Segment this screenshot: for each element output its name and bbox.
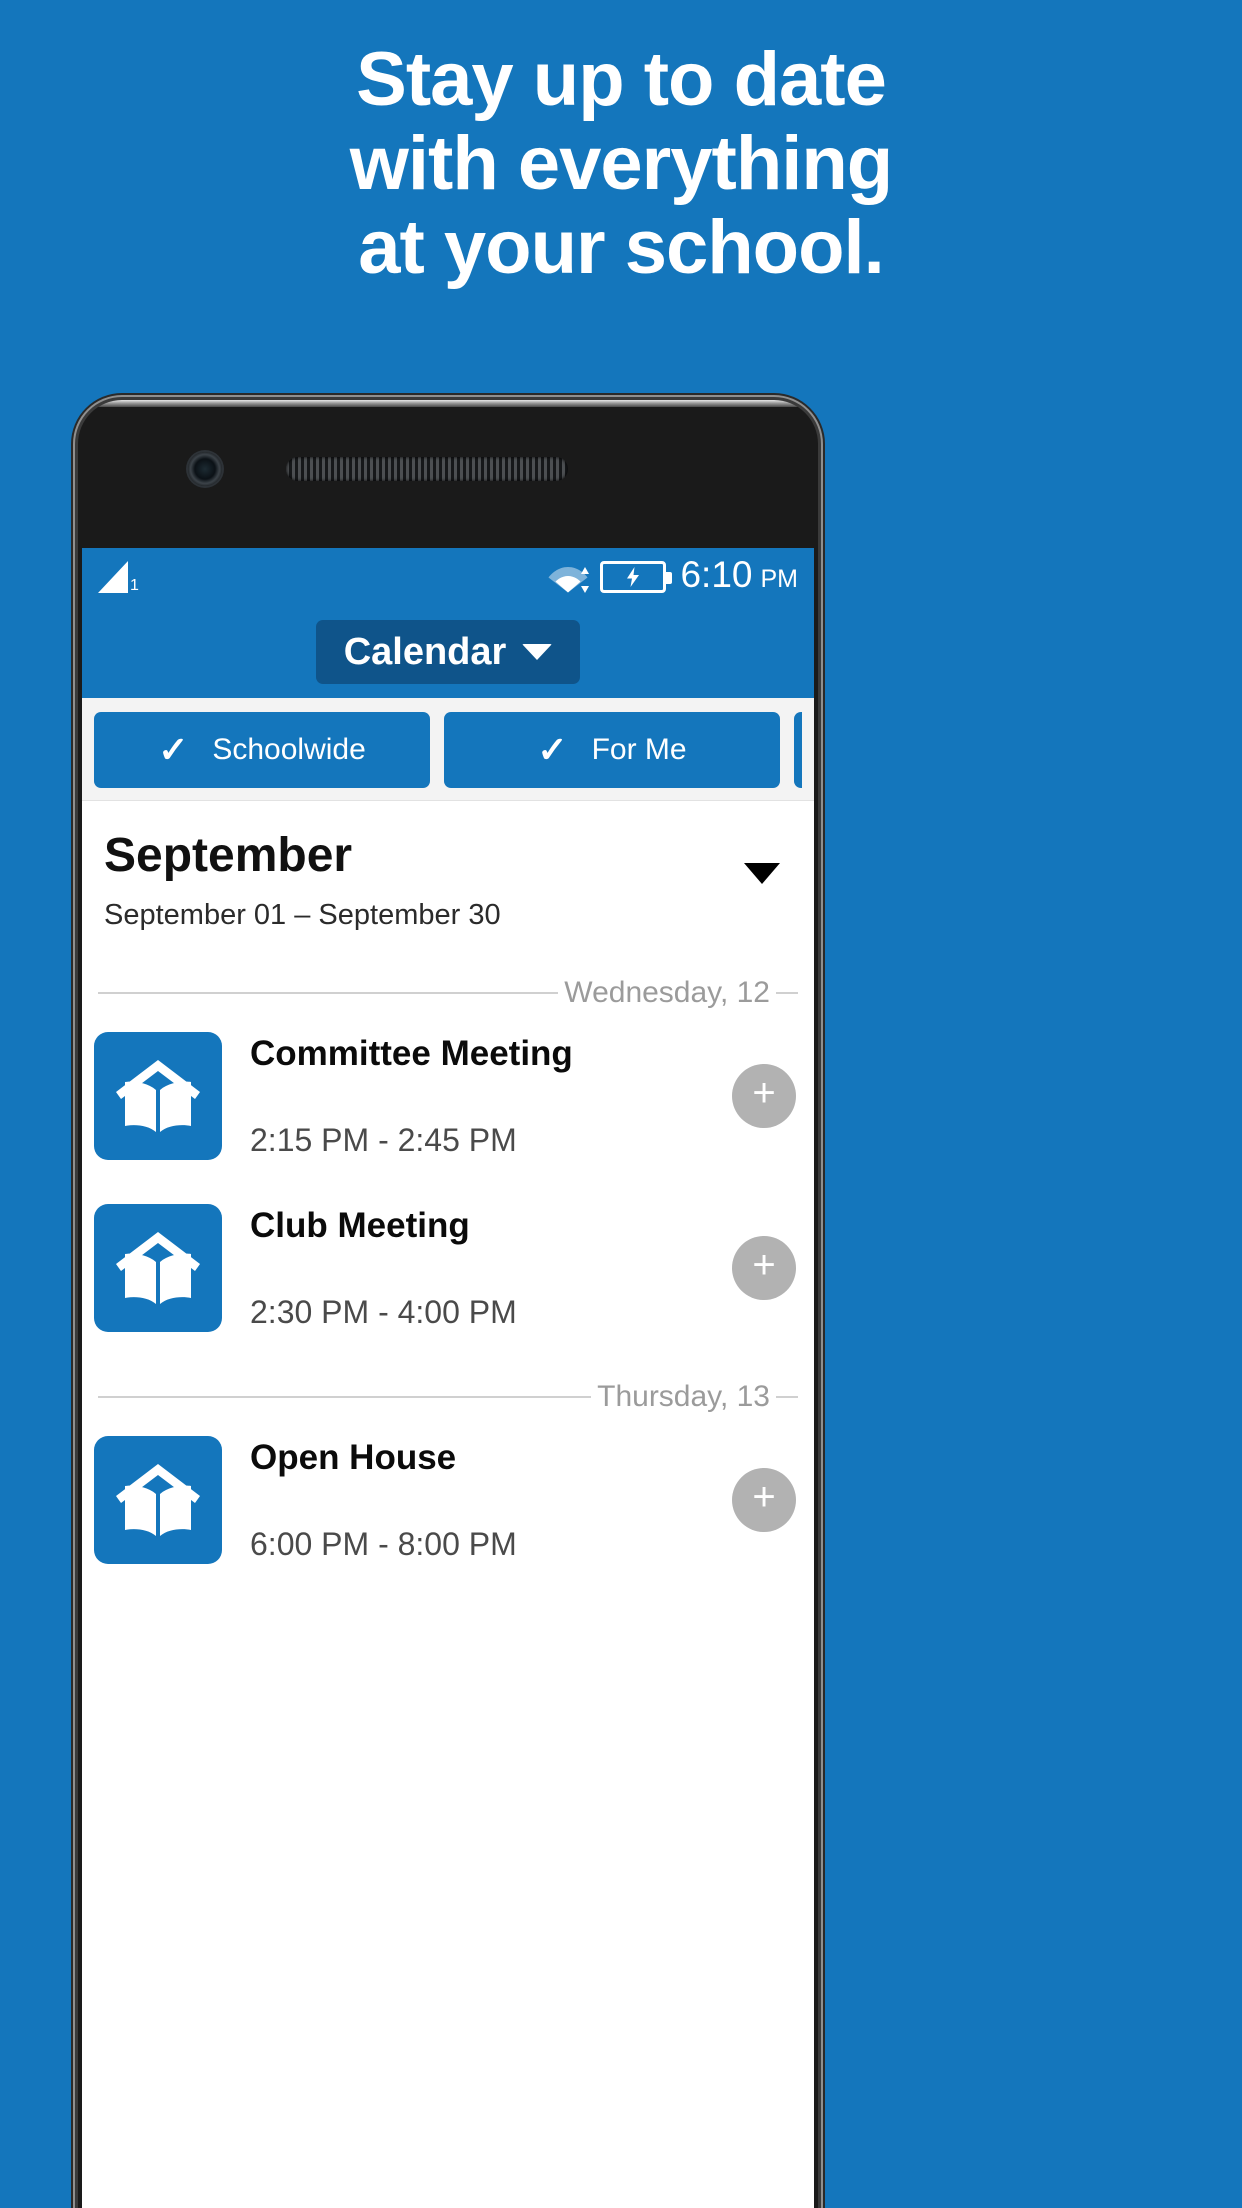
event-row[interactable]: Club Meeting 2:30 PM - 4:00 PM + (82, 1182, 814, 1354)
day-divider: Thursday, 13 (82, 1354, 814, 1414)
battery-charging-icon (600, 561, 673, 593)
event-body: Committee Meeting 2:15 PM - 2:45 PM (240, 1034, 714, 1159)
calendar-section-selector[interactable]: Calendar (315, 620, 581, 684)
event-time: 2:30 PM - 4:00 PM (250, 1293, 517, 1330)
event-title: Committee Meeting (250, 1033, 573, 1073)
month-title: September (104, 829, 353, 882)
event-body: Open House 6:00 PM - 8:00 PM (240, 1438, 714, 1563)
phone-mockup: 1 6:10 PM Calendar ✓ Schoolwide ✓ For Me… (78, 400, 818, 2208)
caret-down-icon[interactable] (744, 863, 780, 884)
divider-line (776, 992, 798, 994)
event-time: 2:15 PM - 2:45 PM (250, 1121, 517, 1158)
month-header[interactable]: September September 01 – September 30 (82, 801, 814, 950)
school-book-icon (94, 1204, 222, 1332)
plus-icon[interactable]: + (732, 1468, 796, 1532)
filter-chip-label: For Me (591, 733, 687, 766)
phone-screen: 1 6:10 PM Calendar ✓ Schoolwide ✓ For Me… (82, 548, 814, 2208)
event-row[interactable]: Open House 6:00 PM - 8:00 PM + (82, 1414, 814, 1586)
calendar-filter-row: ✓ Schoolwide ✓ For Me (82, 698, 814, 801)
day-divider: Wednesday, 12 (82, 950, 814, 1010)
status-bar-clock: 6:10 PM (680, 555, 798, 599)
filter-chip-label: Schoolwide (212, 733, 366, 766)
divider-line (98, 1396, 592, 1398)
front-camera-icon (188, 452, 222, 486)
school-book-icon (94, 1436, 222, 1564)
event-title: Club Meeting (250, 1205, 470, 1245)
chevron-down-icon (522, 644, 553, 660)
clock-time: 6:10 (680, 554, 753, 595)
day-label: Thursday, 13 (597, 1380, 770, 1413)
promo-headline: Stay up to date with everything at your … (0, 38, 1242, 290)
school-book-icon (94, 1032, 222, 1160)
divider-line (98, 992, 559, 994)
event-row[interactable]: Committee Meeting 2:15 PM - 2:45 PM + (82, 1010, 814, 1182)
day-label: Wednesday, 12 (564, 976, 770, 1009)
headline-line-1: Stay up to date (356, 37, 887, 122)
filter-chip-schoolwide[interactable]: ✓ Schoolwide (94, 712, 430, 788)
event-title: Open House (250, 1437, 457, 1477)
headline-line-3: at your school. (358, 205, 885, 290)
wifi-icon (548, 561, 590, 593)
cellular-signal-icon: 1 (98, 561, 139, 594)
divider-line (776, 1396, 798, 1398)
app-bar-title: Calendar (343, 630, 507, 673)
check-icon: ✓ (158, 729, 189, 770)
filter-chip-for-me[interactable]: ✓ For Me (444, 712, 780, 788)
month-range: September 01 – September 30 (104, 899, 501, 931)
earpiece-speaker (286, 457, 568, 481)
headline-line-2: with everything (349, 121, 893, 206)
plus-icon[interactable]: + (732, 1236, 796, 1300)
clock-meridiem: PM (760, 565, 799, 593)
check-icon: ✓ (537, 729, 568, 770)
wifi-activity-arrows-icon (581, 567, 590, 593)
filter-chip-overflow[interactable] (794, 712, 802, 788)
plus-icon[interactable]: + (732, 1064, 796, 1128)
sim-index-label: 1 (130, 577, 139, 594)
event-body: Club Meeting 2:30 PM - 4:00 PM (240, 1206, 714, 1331)
status-bar: 1 6:10 PM (82, 548, 814, 606)
event-time: 6:00 PM - 8:00 PM (250, 1525, 517, 1562)
app-bar: Calendar (82, 606, 814, 698)
